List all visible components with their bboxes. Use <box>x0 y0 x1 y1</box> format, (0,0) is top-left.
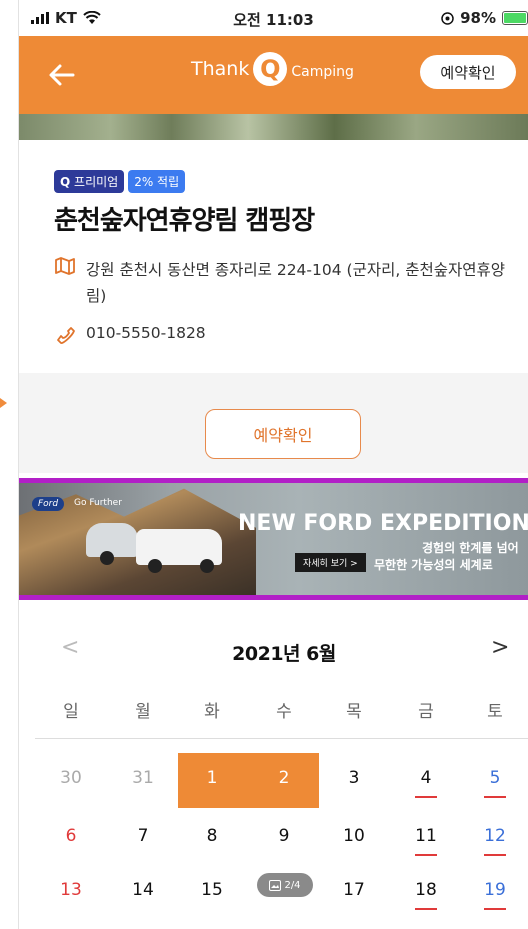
calendar-divider <box>35 738 528 739</box>
calendar-day[interactable]: 6 <box>41 826 101 846</box>
calendar-day[interactable]: 13 <box>41 880 101 900</box>
page-count: 2/4 <box>284 879 301 891</box>
place-address: 강원 춘천시 동산면 종자리로 224-104 (군자리, 춘천숲자연휴양림) <box>86 261 506 305</box>
weekday-label: 토 <box>487 702 503 722</box>
weekend-underline <box>484 796 506 798</box>
weekend-underline <box>415 854 437 856</box>
premium-q: Q <box>60 175 71 189</box>
map-icon <box>55 257 75 275</box>
calendar-day[interactable]: 31 <box>113 768 173 788</box>
calendar-month: 2021년 6월 <box>232 643 336 665</box>
weekday-label: 금 <box>418 702 434 722</box>
weekday-label: 화 <box>204 702 220 722</box>
battery-percent: 98% <box>460 9 496 27</box>
edge-pointer-icon <box>0 398 7 408</box>
calendar-day[interactable]: 30 <box>41 768 101 788</box>
calendar-day[interactable]: 3 <box>324 768 384 788</box>
brand-camping: Camping <box>291 64 354 80</box>
app-header: Thank Q Camping 예약확인 <box>19 36 528 114</box>
calendar-day[interactable]: 18 <box>396 880 456 900</box>
points-badge: 2% 적립 <box>128 170 186 193</box>
weekday-label: 목 <box>346 702 362 722</box>
calendar-day[interactable]: 5 <box>465 768 525 788</box>
weekend-underline <box>415 796 437 798</box>
premium-badge: Q 프리미엄 <box>54 170 125 193</box>
location-icon <box>441 11 454 25</box>
place-title: 춘천숲자연휴양림 캠핑장 <box>54 206 315 236</box>
weekday-label: 일 <box>63 702 79 722</box>
brand-thank: Thank <box>191 58 250 80</box>
brand-q-icon: Q <box>253 52 288 86</box>
reservation-check-button[interactable]: 예약확인 <box>420 55 516 89</box>
calendar-day[interactable]: 11 <box>396 826 456 846</box>
phone-screen: KT 오전 11:03 98% Thank Q Camping 예약확인 Q 프… <box>19 0 528 929</box>
calendar-day[interactable]: 4 <box>396 768 456 788</box>
calendar-day[interactable]: 8 <box>182 826 242 846</box>
reservation-button[interactable]: 예약확인 <box>205 409 361 459</box>
phone-icon <box>57 327 75 344</box>
left-edge <box>0 0 19 929</box>
battery-icon <box>502 11 528 25</box>
weekend-underline <box>484 908 506 910</box>
calendar-day[interactable]: 1 <box>182 768 242 788</box>
weekend-underline <box>415 908 437 910</box>
calendar-day[interactable]: 7 <box>113 826 173 846</box>
calendar-next-button[interactable]: > <box>491 635 509 660</box>
page-indicator: 2/4 <box>257 873 313 897</box>
status-right: 98% <box>441 9 528 27</box>
calendar-day[interactable]: 14 <box>113 880 173 900</box>
calendar-day[interactable]: 12 <box>465 826 525 846</box>
calendar-prev-button[interactable]: < <box>61 635 79 660</box>
calendar-day[interactable]: 19 <box>465 880 525 900</box>
brand-logo: Thank Q Camping <box>191 52 354 86</box>
premium-label: 프리미엄 <box>74 175 119 189</box>
calendar-day[interactable]: 17 <box>324 880 384 900</box>
status-bar: KT 오전 11:03 98% <box>19 0 528 36</box>
calendar-day[interactable]: 9 <box>254 826 314 846</box>
weekend-underline <box>484 854 506 856</box>
weekday-label: 수 <box>276 702 292 722</box>
ad-highlight-frame <box>19 478 528 600</box>
badge-group: Q 프리미엄 2% 적립 <box>54 170 186 193</box>
calendar-day[interactable]: 10 <box>324 826 384 846</box>
campsite-photo <box>19 114 528 140</box>
place-phone[interactable]: 010-5550-1828 <box>86 324 206 342</box>
calendar-day[interactable]: 15 <box>182 880 242 900</box>
back-arrow-icon[interactable] <box>45 58 79 92</box>
image-icon <box>269 879 282 891</box>
calendar-day[interactable]: 2 <box>254 768 314 788</box>
weekday-label: 월 <box>135 702 151 722</box>
